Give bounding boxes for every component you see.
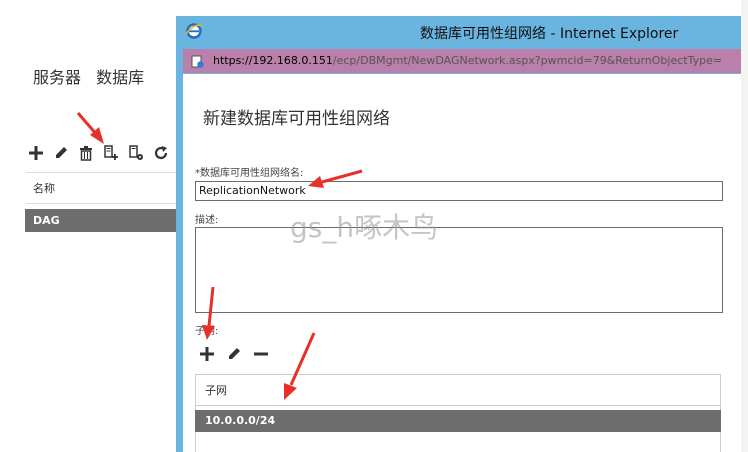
- arrow-name-input: [308, 169, 363, 188]
- annotation-arrows: [76, 112, 363, 400]
- arrow-toolbar: [76, 112, 104, 144]
- arrow-add-subnet: [202, 286, 215, 340]
- arrow-subnet-row: [284, 332, 316, 400]
